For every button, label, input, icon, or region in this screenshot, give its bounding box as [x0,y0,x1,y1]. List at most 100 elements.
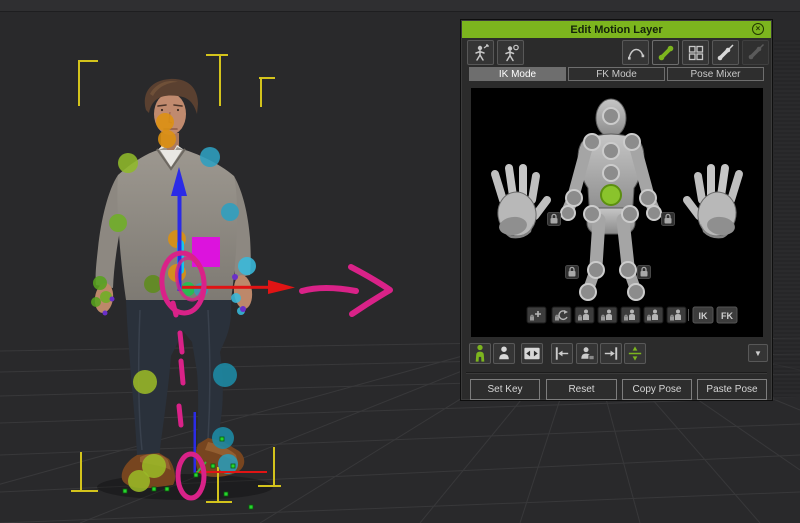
snap-right-button[interactable] [600,343,622,364]
diagram-joint[interactable] [588,262,604,278]
set-key-button[interactable]: Set Key [470,379,540,400]
viewport-joint-dot[interactable] [158,130,176,148]
selection-bracket [80,452,82,492]
diagram-joint[interactable] [566,190,582,206]
reset-button[interactable]: Reset [546,379,617,400]
diagram-joint[interactable] [640,190,656,206]
edit-bone-button[interactable] [712,40,739,65]
diagram-joint[interactable] [603,165,619,181]
fk-button[interactable]: FK [717,307,737,323]
lock-icon[interactable] [662,213,675,226]
bone-edit-mode-button[interactable] [652,40,679,65]
copy-pose-button[interactable]: Copy Pose [622,379,692,400]
diagram-joint[interactable] [624,134,640,150]
viewport-joint-dot[interactable] [93,276,107,290]
ik-constraint-button-1[interactable] [527,307,546,323]
ik-constraint-button-3[interactable] [575,307,594,323]
viewport-joint-dot[interactable] [118,153,138,173]
expand-panel-button[interactable]: ▼ [748,344,768,362]
upper-body-mode-button[interactable] [493,343,515,364]
gizmo-x-axis-arrow[interactable] [182,286,268,289]
diagram-joint[interactable] [647,206,661,220]
person-move-icon [471,43,491,63]
person-reach-button[interactable] [576,343,598,364]
viewport-keyframe-dot[interactable] [123,489,127,493]
paste-pose-button[interactable]: Paste Pose [697,379,767,400]
viewport-joint-dot[interactable] [231,293,241,303]
tab-pose-mixer[interactable]: Pose Mixer [667,67,764,81]
bone-disabled-icon [746,43,766,63]
arrow-annotation [302,288,356,291]
diagram-joint[interactable] [561,206,575,220]
curve-tool-button[interactable] [622,40,649,65]
viewport-keyframe-dot[interactable] [165,487,169,491]
diagram-mini-buttons[interactable] [527,307,686,323]
lock-icon[interactable] [548,213,561,226]
svg-text:IK: IK [699,311,709,321]
viewport-joint-dot[interactable] [200,147,220,167]
ik-constraint-button-4[interactable] [598,307,617,323]
center-align-button[interactable] [624,343,646,364]
viewport-joint-dot[interactable] [221,203,239,221]
viewport-keyframe-dot[interactable] [152,487,156,491]
snap-left-button[interactable] [551,343,573,364]
lock-icon[interactable] [566,266,579,279]
tab-fk-mode[interactable]: FK Mode [568,67,665,81]
viewport-keyframe-dot[interactable] [194,473,198,477]
viewport-keyframe-dot[interactable] [249,505,253,509]
diagram-joint[interactable] [620,262,636,278]
viewport-joint-dot[interactable] [100,291,112,303]
tab-ik-mode[interactable]: IK Mode [469,67,566,81]
full-body-mode-button[interactable] [469,343,491,364]
ik-constraint-button-6[interactable] [644,307,663,323]
viewport-joint-dot[interactable] [238,257,256,275]
diagram-joint[interactable] [622,206,638,222]
diagram-joint[interactable] [584,206,600,222]
gizmo-display-button[interactable] [682,40,709,65]
body-part-diagram[interactable]: IK FK [471,88,763,337]
viewport-tiny-dot[interactable] [110,297,115,302]
diagram-joint[interactable] [584,134,600,150]
viewport-joint-dot[interactable] [156,113,174,131]
viewport-keyframe-dot[interactable] [211,464,215,468]
viewport-keyframe-dot[interactable] [231,464,235,468]
bar-arrow-left-icon [552,343,572,364]
person-small-icon [577,343,597,364]
ik-constraint-button-5[interactable] [621,307,640,323]
diagram-joint[interactable] [603,143,619,159]
ik-button[interactable]: IK [693,307,713,323]
selection-bracket [78,60,80,106]
edit-motion-layer-panel: Edit Motion Layer × [460,19,773,401]
viewport-tiny-dot[interactable] [240,306,246,312]
diagram-joint-selected[interactable] [601,185,621,205]
mirror-pose-button[interactable] [521,343,543,364]
close-icon[interactable]: × [752,23,764,35]
diagram-joint[interactable] [628,284,644,300]
viewport-joint-dot[interactable] [109,214,127,232]
viewport-joint-dot[interactable] [133,370,157,394]
panel-titlebar[interactable]: Edit Motion Layer × [462,21,771,38]
bone-disabled-button [742,40,769,65]
rotate-body-part-button[interactable] [497,40,524,65]
viewport-keyframe-dot[interactable] [224,492,228,496]
left-hand-diagram[interactable] [495,168,547,238]
diagram-joint[interactable] [580,284,596,300]
ik-constraint-button-7[interactable] [667,307,686,323]
viewport-joint-dot[interactable] [128,470,150,492]
mirror-icon [522,343,542,364]
viewport-tiny-dot[interactable] [103,311,108,316]
ik-constraint-button-2[interactable] [552,307,571,323]
foot-gizmo-z[interactable] [194,412,197,473]
diagram-joint[interactable] [603,108,619,124]
viewport-keyframe-dot[interactable] [220,437,224,441]
right-hand-diagram[interactable] [687,168,739,238]
viewport-joint-dot[interactable] [144,275,162,293]
selection-bracket [273,447,275,487]
translate-body-part-button[interactable] [467,40,494,65]
lock-icon[interactable] [638,266,651,279]
viewport-joint-dot[interactable] [213,363,237,387]
viewport-joint-dot[interactable] [91,297,101,307]
viewport-tiny-dot[interactable] [232,274,238,280]
bone-active-icon [656,43,676,63]
foot-gizmo-x[interactable] [196,471,267,473]
